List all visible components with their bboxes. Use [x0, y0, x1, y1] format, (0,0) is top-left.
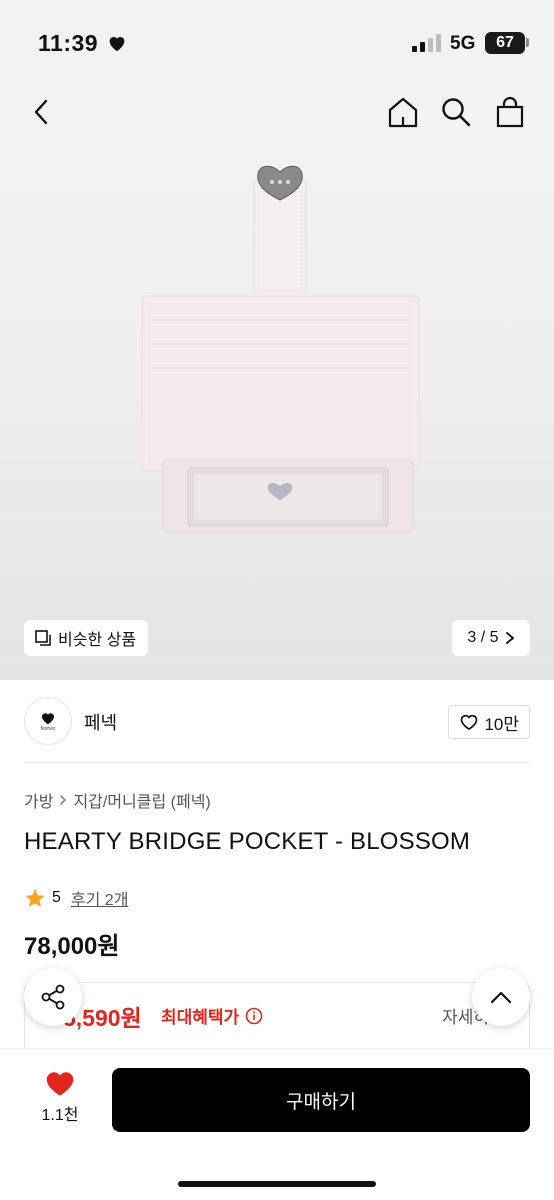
product-image — [141, 165, 420, 533]
chevron-right-icon — [60, 795, 67, 805]
product-price: 78,000원 — [24, 933, 120, 960]
breadcrumb-category[interactable]: 가방 — [24, 788, 53, 812]
battery-tip — [526, 38, 529, 47]
chevron-up-icon — [490, 991, 512, 1004]
brand-name[interactable]: 페넥 — [84, 709, 117, 735]
heart-filled-icon — [46, 1072, 74, 1096]
search-icon — [442, 98, 471, 127]
image-pager[interactable]: 3 / 5 — [452, 620, 530, 656]
similar-icon — [35, 630, 51, 646]
breadcrumb-subcategory[interactable]: 지갑/머니클립 (페넥) — [73, 788, 210, 812]
shopping-bag-icon — [496, 96, 524, 128]
status-bar: 11:39 5G 67 — [0, 0, 554, 80]
similar-products-button[interactable]: 비슷한 상품 — [24, 620, 149, 656]
bottom-action-bar: 1.1천 구매하기 — [0, 1048, 554, 1200]
wishlist-button[interactable]: 1.1천 — [30, 1069, 90, 1133]
brand-heart-icon — [42, 712, 54, 724]
network-label: 5G — [450, 33, 476, 54]
divider — [24, 762, 530, 763]
home-icon — [388, 97, 418, 128]
breadcrumb: 가방 지갑/머니클립 (페넥) — [24, 788, 211, 812]
search-button[interactable] — [436, 92, 476, 132]
rating-value: 5 — [52, 889, 61, 906]
share-button[interactable] — [24, 968, 82, 1026]
similar-products-label: 비슷한 상품 — [58, 632, 137, 649]
review-count-link[interactable]: 후기 2개 — [71, 886, 129, 910]
product-gallery[interactable]: 비슷한 상품 3 / 5 — [0, 80, 554, 680]
image-pager-label: 3 / 5 — [467, 629, 499, 646]
rating-row[interactable]: 5 후기 2개 — [24, 886, 128, 910]
chevron-left-icon — [34, 99, 48, 125]
star-icon — [25, 888, 45, 907]
scroll-top-button[interactable] — [472, 968, 530, 1026]
chevron-right-icon — [505, 632, 514, 644]
home-button[interactable] — [383, 92, 423, 132]
brand-row[interactable]: fennec 페넥 10만 — [24, 697, 530, 745]
buy-button[interactable]: 구매하기 — [112, 1068, 530, 1132]
brand-logo-text: fennec — [40, 725, 56, 732]
battery-indicator: 67 — [485, 32, 525, 54]
heart-outline-icon — [461, 714, 478, 731]
max-benefit-label: 최대혜택가 — [161, 1003, 263, 1028]
back-button[interactable] — [22, 92, 62, 132]
heart-icon — [109, 37, 125, 52]
product-title: HEARTY BRIDGE POCKET - BLOSSOM — [24, 828, 471, 855]
status-time: 11:39 — [38, 30, 99, 56]
signal-icon — [412, 34, 441, 52]
max-benefit-label-text: 최대혜택가 — [161, 1008, 240, 1027]
cart-button[interactable] — [490, 92, 530, 132]
info-icon[interactable] — [245, 1007, 263, 1025]
wishlist-count: 1.1천 — [41, 1107, 79, 1124]
brand-logo[interactable]: fennec — [24, 697, 72, 745]
home-indicator — [178, 1181, 376, 1187]
brand-like-count: 10만 — [484, 714, 519, 734]
share-icon — [41, 984, 65, 1010]
brand-like-button[interactable]: 10만 — [448, 705, 530, 739]
max-benefit-box[interactable]: 5,590원 최대혜택가 자세히 — [24, 982, 530, 1048]
